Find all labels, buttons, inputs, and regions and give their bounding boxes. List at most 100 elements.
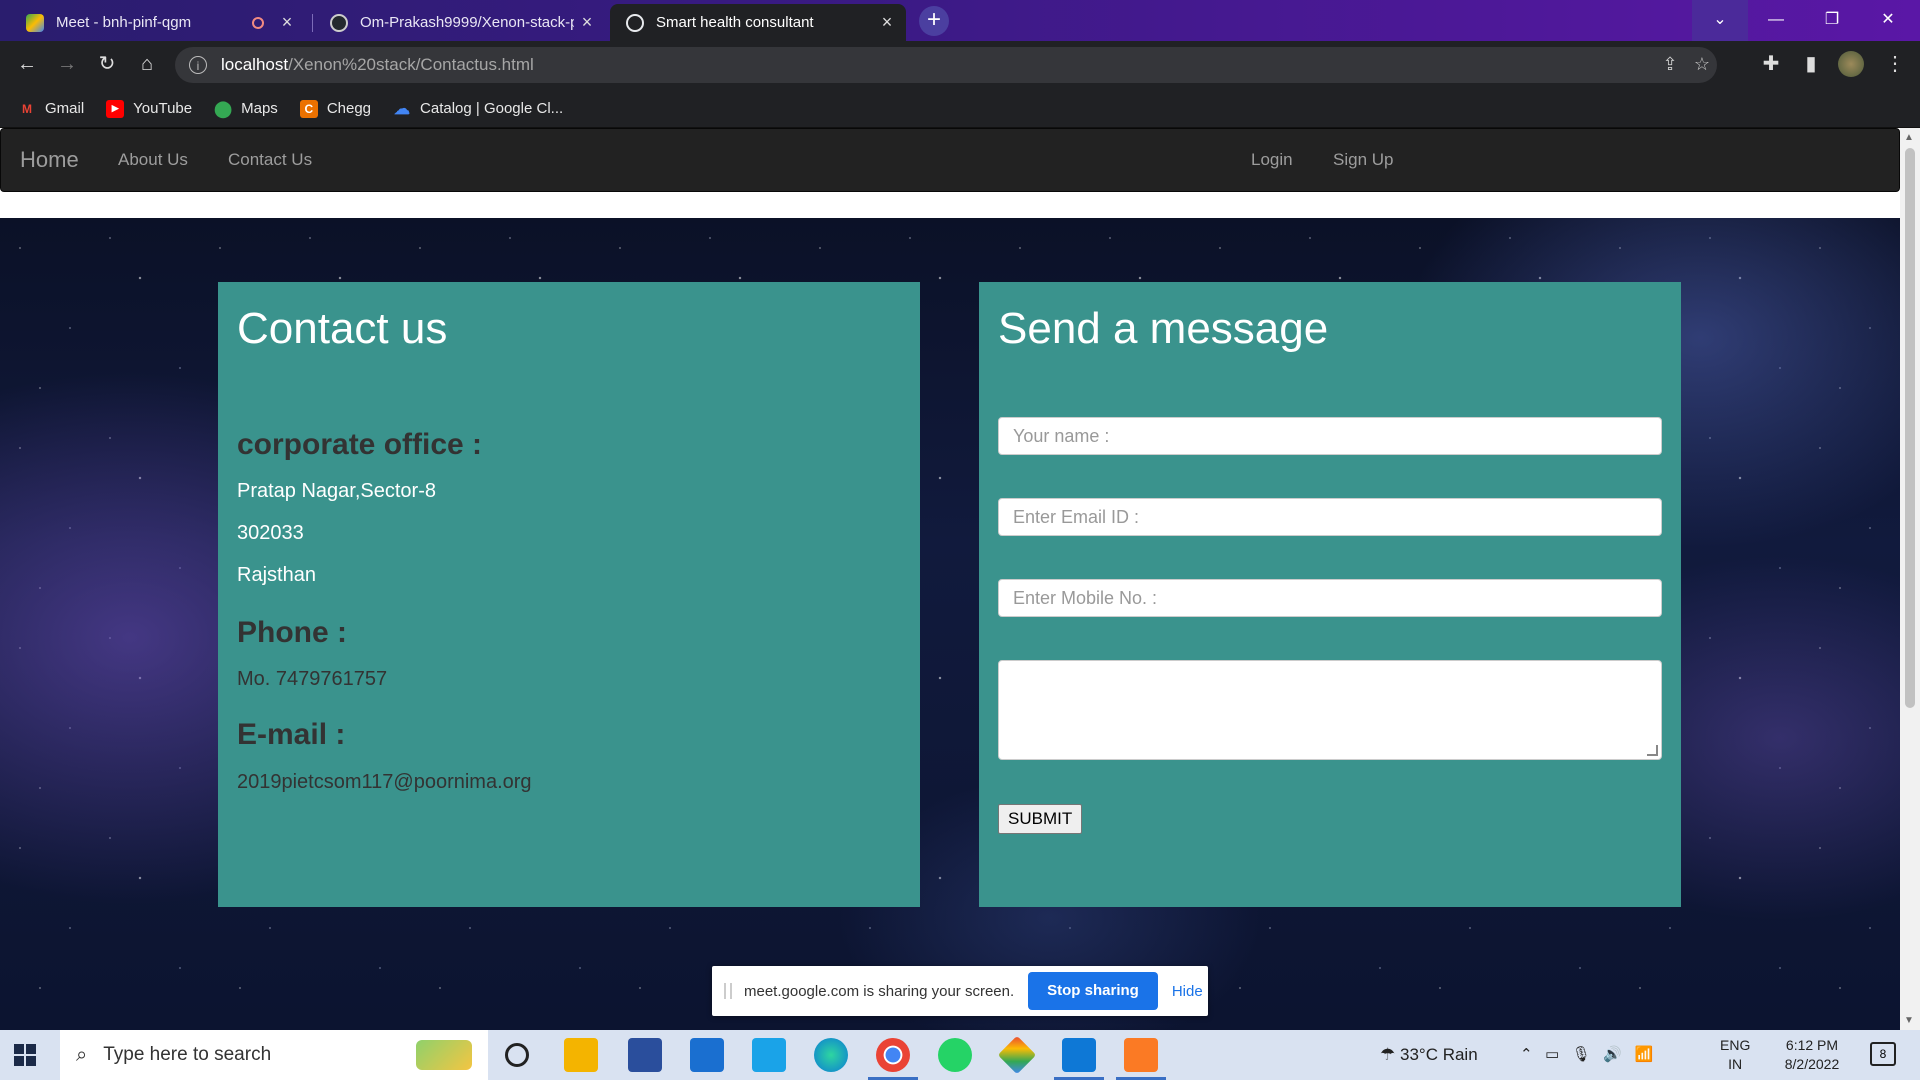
mobile-input[interactable]: Enter Mobile No. : [998,579,1662,617]
recording-icon [252,16,264,29]
resize-handle-icon[interactable] [1647,745,1658,756]
new-tab-button[interactable]: + [919,6,949,36]
search-highlight-icon [416,1040,472,1070]
bookmark-catalog[interactable]: ☁ Catalog | Google Cl... [393,100,563,118]
nav-home-link[interactable]: Home [20,129,79,191]
page-viewport: Home About Us Contact Us Login Sign Up C… [0,128,1900,1030]
scrollbar-thumb[interactable] [1905,148,1915,708]
network-icon[interactable]: 📶 [1635,1046,1654,1063]
chegg-icon: C [299,99,318,118]
tab-github[interactable]: Om-Prakash9999/Xenon-stack-p × [314,4,606,41]
browser-tab-strip: Meet - bnh-pinf-qgm × Om-Prakash9999/Xen… [0,0,1920,41]
youtube-icon: ▶ [106,99,125,118]
address-line-1: Pratap Nagar,Sector-8 [237,480,436,502]
google-cloud-icon: ☁ [394,100,411,118]
close-tab-icon[interactable]: × [574,12,600,33]
cortana-icon[interactable] [505,1043,529,1067]
microphone-icon[interactable]: 🎙 [1572,1046,1591,1063]
share-status-text: meet.google.com is sharing your screen. [744,982,1015,1000]
windows-taskbar: ⌕ Type here to search ☂ 33°C Rain ⌃ ▭ 🎙 … [0,1030,1920,1080]
rain-icon: ☂ [1380,1045,1396,1064]
profile-avatar[interactable] [1838,51,1864,77]
bookmark-youtube[interactable]: ▶ YouTube [106,99,192,118]
nav-signup-link[interactable]: Sign Up [1333,129,1393,191]
gmail-icon: M [22,101,32,116]
forward-icon[interactable]: → [52,49,82,79]
bookmark-star-icon[interactable]: ☆ [1687,49,1717,79]
name-input[interactable]: Your name : [998,417,1662,455]
xampp-icon[interactable] [1116,1038,1166,1080]
phone-number: Mo. 7479761757 [237,668,388,690]
nav-about-link[interactable]: About Us [118,129,188,191]
globe-icon [626,13,644,32]
file-explorer-icon[interactable] [564,1038,598,1072]
taskbar-search-box[interactable]: ⌕ Type here to search [60,1030,488,1080]
contact-title: Contact us [237,304,448,353]
home-icon[interactable]: ⌂ [132,49,162,79]
l-app-icon[interactable] [752,1038,786,1072]
site-info-icon[interactable]: i [189,56,207,74]
back-icon[interactable]: ← [12,49,42,79]
notification-center-icon[interactable]: 8 [1870,1042,1896,1066]
google-meet-icon [26,13,44,32]
close-tab-icon[interactable]: × [874,12,900,33]
search-icon: ⌕ [76,1043,88,1066]
bookmark-gmail[interactable]: M Gmail [18,100,84,118]
chevron-up-icon[interactable]: ⌃ [1520,1046,1533,1063]
screen-share-bar: meet.google.com is sharing your screen. … [712,966,1208,1016]
email-heading: E-mail : [237,718,346,751]
google-workspace-icon[interactable] [997,1035,1037,1075]
tray-icons[interactable]: ⌃ ▭ 🎙 🔊 📶 [1520,1030,1653,1080]
close-tab-icon[interactable]: × [274,12,300,33]
language-indicator[interactable]: ENG IN [1720,1036,1750,1074]
minimize-button[interactable]: — [1748,0,1804,41]
bookmark-chegg[interactable]: C Chegg [299,99,371,118]
tab-smart-health[interactable]: Smart health consultant × [610,4,906,41]
side-panel-icon[interactable]: ▮ [1796,49,1826,79]
message-textarea[interactable] [998,660,1662,760]
extensions-icon[interactable]: ✚ [1756,49,1786,79]
restore-button[interactable]: ❐ [1804,0,1860,41]
github-icon [330,13,348,32]
browser-toolbar: ← → ↻ ⌂ i localhost/Xenon%20stack/Contac… [0,41,1920,90]
mail-icon[interactable] [690,1038,724,1072]
email-input[interactable]: Enter Email ID : [998,498,1662,536]
bookmarks-bar: M Gmail ▶ YouTube ⬤ Maps C Chegg ☁ Catal… [0,90,1920,128]
battery-icon[interactable]: ▭ [1545,1046,1559,1063]
whatsapp-icon[interactable] [938,1038,972,1072]
microsoft-store-icon[interactable] [628,1038,662,1072]
drag-grip-icon[interactable] [724,983,732,999]
contact-panel: Contact us corporate office : Pratap Nag… [218,282,920,907]
tab-search-icon[interactable]: ⌄ [1692,0,1748,41]
tab-divider [312,14,313,32]
reload-icon[interactable]: ↻ [92,49,122,79]
email-address: 2019pietcsom117@poornima.org [237,771,532,793]
address-line-2: 302033 [237,522,304,544]
volume-icon[interactable]: 🔊 [1603,1046,1622,1063]
scroll-down-icon[interactable]: ▼ [1904,1015,1914,1026]
chrome-icon[interactable] [868,1038,918,1080]
hide-button[interactable]: Hide [1172,983,1203,1000]
edge-icon[interactable] [814,1038,848,1072]
clock[interactable]: 6:12 PM 8/2/2022 [1772,1036,1852,1074]
close-window-button[interactable]: ✕ [1860,0,1916,41]
tab-meet[interactable]: Meet - bnh-pinf-qgm × [10,4,306,41]
message-panel: Send a message Your name : Enter Email I… [979,282,1681,907]
vscode-icon[interactable] [1054,1038,1104,1080]
nav-contact-link[interactable]: Contact Us [228,129,312,191]
phone-heading: Phone : [237,616,347,649]
menu-kebab-icon[interactable]: ⋮ [1880,49,1910,79]
windows-start-icon[interactable] [14,1044,36,1066]
share-icon[interactable]: ⇪ [1655,49,1685,79]
scroll-up-icon[interactable]: ▲ [1904,132,1914,143]
address-line-3: Rajsthan [237,564,316,586]
nav-login-link[interactable]: Login [1251,129,1293,191]
weather-widget[interactable]: ☂ 33°C Rain [1380,1030,1478,1080]
address-bar[interactable]: i localhost/Xenon%20stack/Contactus.html… [175,47,1717,83]
message-title: Send a message [998,304,1329,353]
site-navbar: Home About Us Contact Us Login Sign Up [0,128,1900,192]
bookmark-maps[interactable]: ⬤ Maps [214,100,278,118]
stop-sharing-button[interactable]: Stop sharing [1028,972,1158,1010]
submit-button[interactable]: SUBMIT [998,804,1083,834]
page-scrollbar[interactable]: ▲ ▼ [1900,128,1920,1030]
